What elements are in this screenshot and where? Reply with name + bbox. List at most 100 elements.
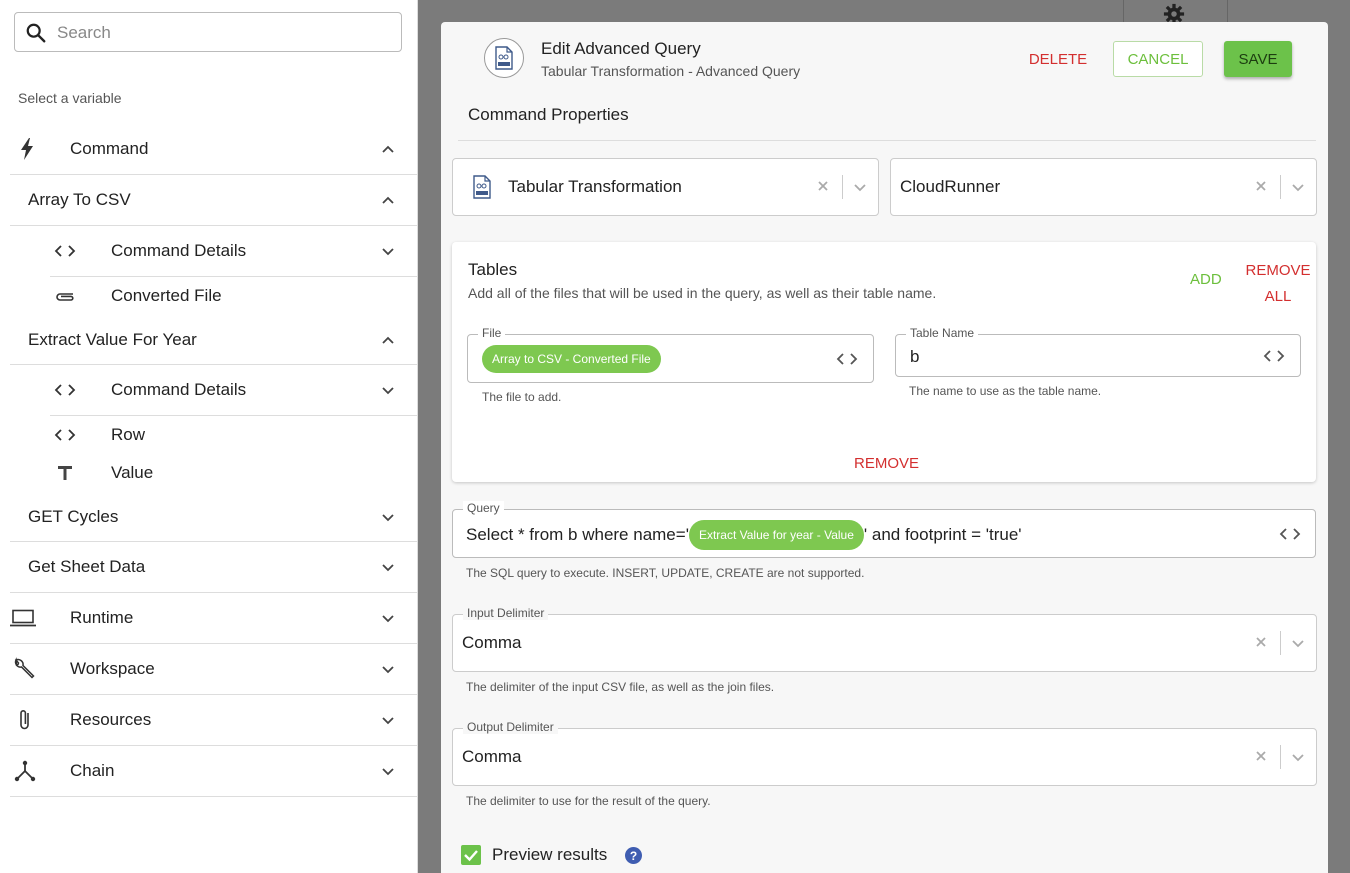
tree-item-value[interactable]: Value <box>50 454 417 492</box>
tree-item-workspace[interactable]: Workspace <box>10 644 417 695</box>
delete-button[interactable]: DELETE <box>1020 41 1096 77</box>
paperclip-icon <box>12 707 38 733</box>
select-separator <box>1280 631 1281 655</box>
tree-item-label: Workspace <box>70 659 155 678</box>
query-suffix: ' and footprint = 'true' <box>863 525 1022 544</box>
chevron-up-icon[interactable] <box>381 142 395 156</box>
chain-icon <box>12 758 38 784</box>
search-input[interactable] <box>55 19 389 47</box>
code-icon <box>52 238 78 264</box>
command-select-value: Tabular Transformation <box>508 177 682 196</box>
tree-item-label: GET Cycles <box>28 506 119 526</box>
chevron-down-icon[interactable] <box>381 244 395 258</box>
chevron-down-icon[interactable] <box>381 662 395 676</box>
chevron-down-icon[interactable] <box>381 510 395 524</box>
clear-icon[interactable] <box>1254 179 1268 193</box>
tree-item-label: Command <box>70 139 149 158</box>
tree-item-command-details[interactable]: Command Details <box>50 365 417 416</box>
select-variable-hint: Select a variable <box>18 90 122 106</box>
chevron-down-icon[interactable] <box>1291 636 1305 650</box>
tree-item-get-cycles[interactable]: GET Cycles <box>10 492 417 542</box>
table-name-label: Table Name <box>906 326 979 340</box>
query-prefix: Select * from b where name=' <box>466 525 689 544</box>
tree-item-label: Extract Value For Year <box>28 329 197 349</box>
tree-item-label: Runtime <box>70 608 134 627</box>
chevron-down-icon[interactable] <box>1291 180 1305 194</box>
tree-item-label: Command Details <box>111 241 247 260</box>
command-avatar <box>484 38 524 78</box>
chevron-down-icon[interactable] <box>381 611 395 625</box>
command-select[interactable]: Tabular Transformation <box>452 158 879 216</box>
chevron-up-icon[interactable] <box>381 333 395 347</box>
preview-label[interactable]: Preview results <box>492 845 607 865</box>
clear-icon[interactable] <box>1254 749 1268 763</box>
tables-subtitle: Add all of the files that will be used i… <box>468 285 937 301</box>
query-variable-chip[interactable]: Extract Value for year - Value <box>688 520 864 550</box>
add-table-button[interactable]: ADD <box>1190 271 1222 288</box>
tree-item-label: Value <box>111 463 154 482</box>
query-help: The SQL query to execute. INSERT, UPDATE… <box>466 566 865 580</box>
code-icon[interactable] <box>836 352 858 366</box>
paperclip-icon <box>52 283 78 309</box>
remove-all-button[interactable]: REMOVE ALL <box>1245 258 1311 310</box>
tree-item-array-to-csv[interactable]: Array To CSV <box>10 175 417 226</box>
chevron-down-icon[interactable] <box>1291 750 1305 764</box>
section-divider <box>458 140 1316 141</box>
search-icon <box>26 23 46 43</box>
tree-item-converted-file[interactable]: Converted File <box>50 277 417 315</box>
table-name-help: The name to use as the table name. <box>909 384 1102 398</box>
tree-item-command[interactable]: Command <box>10 124 417 175</box>
variable-panel: Select a variable Command Array To CSV C… <box>0 0 418 873</box>
tree-item-get-sheet-data[interactable]: Get Sheet Data <box>10 542 417 593</box>
output-delimiter-select[interactable]: Output Delimiter Comma <box>452 720 1317 786</box>
tree-item-label: Chain <box>70 761 115 780</box>
tree-item-label: Converted File <box>111 286 222 305</box>
select-separator <box>1280 745 1281 769</box>
search-box[interactable] <box>14 12 402 52</box>
chevron-down-icon[interactable] <box>381 713 395 727</box>
checkmark-icon <box>464 850 478 862</box>
tree-item-resources[interactable]: Resources <box>10 695 417 746</box>
chevron-down-icon[interactable] <box>381 560 395 574</box>
help-icon[interactable]: ? <box>625 847 642 864</box>
tab-file-icon <box>473 175 491 199</box>
chevron-up-icon[interactable] <box>381 193 395 207</box>
runner-select[interactable]: CloudRunner <box>890 158 1317 216</box>
query-text[interactable]: Select * from b where name=' Extract Val… <box>466 520 1022 550</box>
remove-all-line2: ALL <box>1264 288 1292 305</box>
tab-file-icon <box>495 46 513 70</box>
input-delimiter-select[interactable]: Input Delimiter Comma <box>452 606 1317 672</box>
tree-item-row[interactable]: Row <box>50 416 417 454</box>
code-icon[interactable] <box>1279 527 1301 541</box>
chevron-down-icon[interactable] <box>381 764 395 778</box>
input-delimiter-value: Comma <box>462 633 522 652</box>
tree-item-command-details[interactable]: Command Details <box>50 226 417 277</box>
table-name-value[interactable]: b <box>910 347 919 367</box>
save-button[interactable]: SAVE <box>1224 41 1292 77</box>
chevron-down-icon[interactable] <box>381 383 395 397</box>
tree-item-runtime[interactable]: Runtime <box>10 593 417 644</box>
input-delimiter-help: The delimiter of the input CSV file, as … <box>466 680 775 694</box>
select-separator <box>842 175 843 199</box>
output-delimiter-label: Output Delimiter <box>463 720 558 734</box>
preview-checkbox[interactable] <box>461 845 481 865</box>
clear-icon[interactable] <box>1254 635 1268 649</box>
tree-item-extract-value-for-year[interactable]: Extract Value For Year <box>10 315 417 365</box>
file-field[interactable]: File Array to CSV - Converted File <box>467 326 874 383</box>
file-chip[interactable]: Array to CSV - Converted File <box>482 345 661 373</box>
runner-select-value: CloudRunner <box>900 177 1001 196</box>
code-icon[interactable] <box>1263 349 1285 363</box>
table-name-field[interactable]: Table Name b <box>895 326 1301 377</box>
chevron-down-icon[interactable] <box>853 180 867 194</box>
laptop-icon <box>10 605 36 631</box>
cancel-button[interactable]: CANCEL <box>1113 41 1203 77</box>
tree-item-chain[interactable]: Chain <box>10 746 417 797</box>
modal-title: Edit Advanced Query <box>541 39 701 58</box>
wrench-icon <box>11 656 37 682</box>
tree-item-label: Row <box>111 425 146 444</box>
tree-item-label: Get Sheet Data <box>28 557 146 576</box>
clear-icon[interactable] <box>816 179 830 193</box>
remove-table-button[interactable]: REMOVE <box>854 455 919 472</box>
file-field-label: File <box>478 326 506 340</box>
tree-item-label: Resources <box>70 710 152 729</box>
